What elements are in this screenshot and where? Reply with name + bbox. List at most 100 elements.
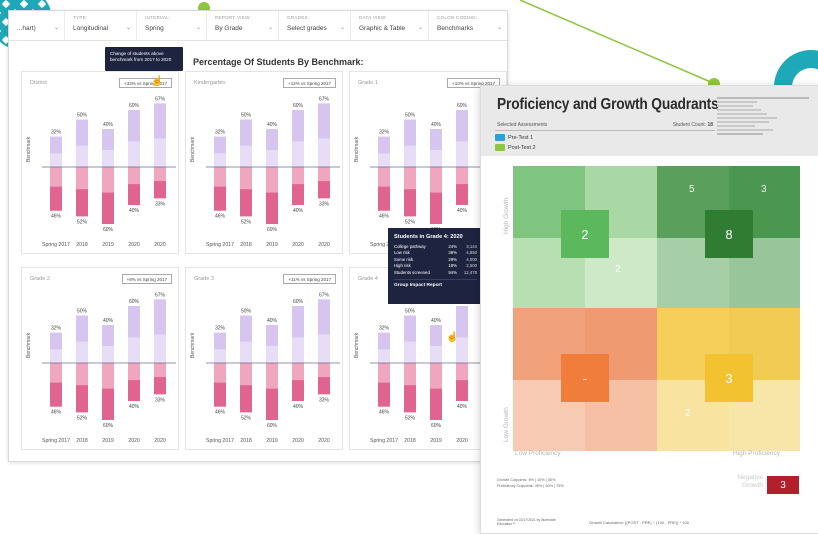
axis-low-growth-label: Low Growth xyxy=(503,407,510,442)
selected-assessments-label: Selected Assessments xyxy=(497,122,548,128)
pre-test-swatch xyxy=(495,134,505,141)
assessment-pre-test: Pre-Test 1 xyxy=(495,134,533,141)
bar-above-segment xyxy=(240,341,252,363)
quadrant-count-high-growth-low-proficiency[interactable]: 2 xyxy=(561,210,609,258)
below-value-label: 52% xyxy=(405,219,416,225)
bar-below-segment xyxy=(430,363,442,389)
above-value-label: 50% xyxy=(241,113,252,119)
bar-below-segment xyxy=(404,167,416,190)
bar-below-segment xyxy=(430,167,442,193)
chevron-down-icon: ⌄ xyxy=(267,25,273,31)
filter-value: Graphic & Table xyxy=(359,25,406,32)
filter-interval[interactable]: Interval: Spring ⌄ xyxy=(137,11,207,40)
above-value-label: 32% xyxy=(379,326,390,332)
filter-chart[interactable]: ...hart) ⌄ xyxy=(9,11,65,40)
x-tick-label: 2020 xyxy=(154,438,166,444)
quadrant-count-low-growth-low-proficiency[interactable]: - xyxy=(561,354,609,402)
students-popup: Students in Grade 4: 2020 College pathwa… xyxy=(388,228,483,304)
filter-color-coding[interactable]: Color coding: Benchmarks ⌄ xyxy=(429,11,507,40)
generated-by-note: Generated on 02/17/2021 by Illuminate Ed… xyxy=(497,518,556,527)
x-tick-label: 2018 xyxy=(240,242,252,248)
x-tick-label: Spring 2017 xyxy=(370,438,398,444)
grade-benchmark-panel: Grade 3 +11% vs Spring 2017 Benchmark 32% 46… xyxy=(185,267,343,450)
bar-below-segment xyxy=(214,363,226,383)
above-value-label: 32% xyxy=(379,130,390,136)
post-test-label: Post-Test 2 xyxy=(508,144,536,151)
bar-above-segment xyxy=(292,337,304,363)
bar-above-segment xyxy=(128,141,140,167)
filter-label: Type: xyxy=(73,15,88,20)
proficiency-cutpoints: Proficiency Cutpoints: 35% | 50% | 75% xyxy=(497,484,564,488)
chevron-down-icon: ⌄ xyxy=(125,25,131,31)
below-value-label: 60% xyxy=(103,227,114,233)
bar-below-segment xyxy=(128,167,140,185)
bar-below-segment xyxy=(456,167,468,185)
growth-calculation-note: Growth Calculation: ((POST - PRE) ÷ (100… xyxy=(589,520,689,525)
filter-label: Interval: xyxy=(145,15,171,20)
bar-above-segment xyxy=(456,141,468,167)
axis-low-proficiency-label: Low Proficiency xyxy=(515,450,561,457)
above-value-label: 60% xyxy=(457,103,468,109)
above-value-label: 40% xyxy=(267,122,278,128)
bar-below-segment xyxy=(318,363,330,378)
quadrant-count-high-growth-high-proficiency[interactable]: 8 xyxy=(705,210,753,258)
below-value-label: 46% xyxy=(379,410,390,416)
group-impact-report-link[interactable]: Group Impact Report xyxy=(394,279,477,288)
above-value-label: 50% xyxy=(405,113,416,119)
bar-above-segment xyxy=(404,341,416,363)
x-tick-label: 2019 xyxy=(102,438,114,444)
x-tick-label: 2020 xyxy=(456,438,468,444)
negative-growth-count[interactable]: 3 xyxy=(767,476,799,494)
above-value-label: 32% xyxy=(51,326,62,332)
below-value-label: 46% xyxy=(51,214,62,220)
x-tick-label: 2019 xyxy=(266,438,278,444)
filter-report-view[interactable]: Report view: By Grade ⌄ xyxy=(207,11,279,40)
bar-below-segment xyxy=(240,167,252,190)
student-count: Student Count: 18 xyxy=(672,122,713,128)
above-value-label: 40% xyxy=(431,122,442,128)
x-tick-label: 2020 xyxy=(128,242,140,248)
x-tick-label: 2019 xyxy=(430,438,442,444)
bar-below-segment xyxy=(102,363,114,389)
bar-above-segment xyxy=(404,145,416,167)
axis-high-proficiency-label: High Proficiency xyxy=(733,450,780,457)
bar-above-segment xyxy=(266,149,278,167)
row-label: Students screened xyxy=(394,269,430,275)
filter-data-view[interactable]: Data view: Graphic & Table ⌄ xyxy=(351,11,429,40)
filter-label xyxy=(17,15,58,22)
below-value-label: 46% xyxy=(215,410,226,416)
bar-below-segment xyxy=(378,363,390,383)
filter-label: Color coding: xyxy=(437,15,478,20)
below-value-label: 33% xyxy=(319,397,330,403)
assessment-post-test: Post-Test 2 xyxy=(495,144,536,151)
filter-label: Data view: xyxy=(359,15,388,20)
below-value-label: 46% xyxy=(215,214,226,220)
above-value-label: 50% xyxy=(77,309,88,315)
grade-benchmark-panel: Kindergarten +12% vs Spring 2017 Benchmark… xyxy=(185,71,343,254)
benchmark-bar-chart: 32% 46% Spring 2017 50% 52% 2018 40% 60% 2019 60%… xyxy=(42,96,176,248)
x-tick-label: Spring 2017 xyxy=(206,242,234,248)
quadrant-sub-count: 2 xyxy=(685,408,691,419)
report-header: Proficiency and Growth Quadrants Selecte… xyxy=(481,86,818,156)
x-tick-label: Spring 2017 xyxy=(42,438,70,444)
filter-type[interactable]: Type: Longitudinal ⌄ xyxy=(65,11,137,40)
above-value-label: 67% xyxy=(155,96,166,102)
bar-above-segment xyxy=(76,145,88,167)
benchmark-bar-chart: 32% 46% Spring 2017 50% 52% 2018 40% 60% 2019 60%… xyxy=(206,96,340,248)
above-value-label: 60% xyxy=(293,103,304,109)
filter-grades[interactable]: Grades: Select grades ⌄ xyxy=(279,11,351,40)
bar-above-segment xyxy=(128,337,140,363)
quadrant-count-low-growth-high-proficiency[interactable]: 3 xyxy=(705,354,753,402)
above-value-label: 32% xyxy=(215,130,226,136)
chevron-down-icon: ⌄ xyxy=(53,25,59,31)
post-test-swatch xyxy=(495,144,505,151)
bar-below-segment xyxy=(50,167,62,187)
below-value-label: 40% xyxy=(293,404,304,410)
above-value-label: 50% xyxy=(77,113,88,119)
dashboard-title: Percentage Of Students By Benchmark: xyxy=(193,57,364,67)
bar-below-segment xyxy=(154,363,166,378)
bar-below-segment xyxy=(266,167,278,193)
x-tick-label: 2018 xyxy=(76,438,88,444)
bar-above-segment xyxy=(50,349,62,363)
below-value-label: 52% xyxy=(77,219,88,225)
